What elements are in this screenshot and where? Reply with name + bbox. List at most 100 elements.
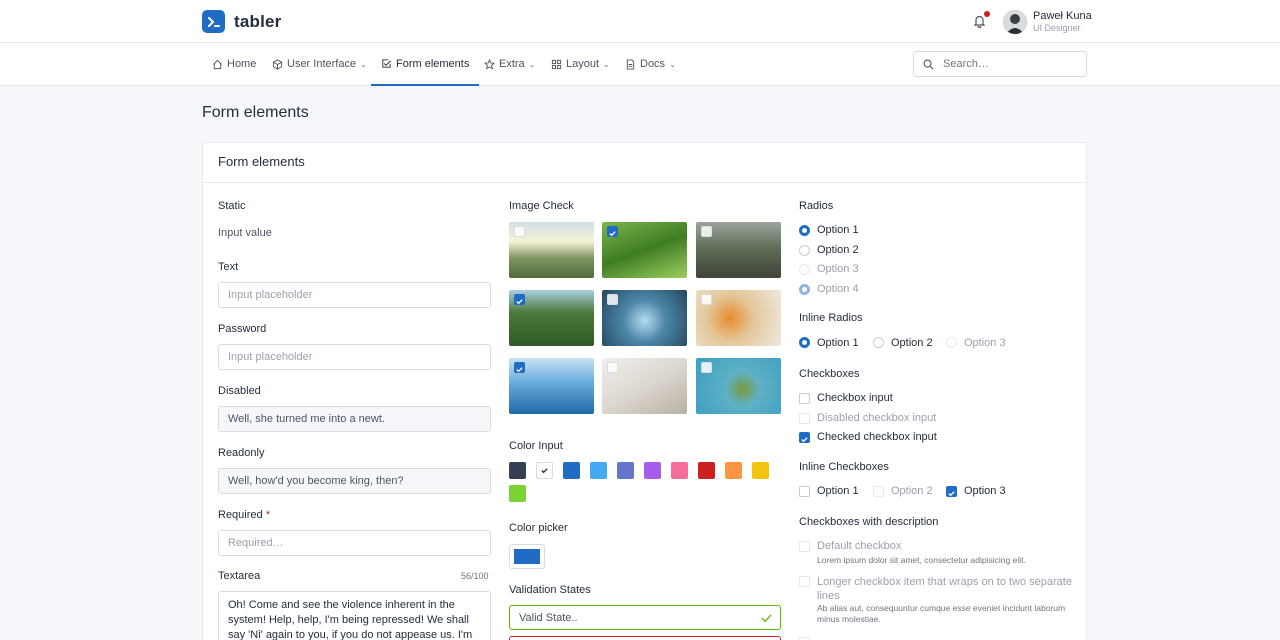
color-swatch[interactable]	[671, 462, 688, 479]
checkbox-checked[interactable]	[799, 432, 810, 443]
image-checkbox[interactable]	[514, 362, 525, 373]
nav-item-extra[interactable]: Extra ⌄	[484, 43, 535, 85]
validation-label: Validation States	[509, 584, 591, 596]
nav-label: Extra	[499, 58, 525, 70]
image-check-item[interactable]	[602, 358, 687, 414]
file-icon	[626, 58, 635, 70]
brand-name: tabler	[234, 11, 282, 31]
image-check-item[interactable]	[602, 290, 687, 346]
inline-radio-label: Option 2	[891, 337, 933, 349]
inline-radio-2[interactable]	[873, 337, 884, 348]
check-icon	[801, 437, 808, 443]
readonly-input[interactable]: Well, how'd you become king, then?	[218, 468, 491, 494]
image-check-item[interactable]	[509, 358, 594, 414]
textarea-input[interactable]: Oh! Come and see the violence inherent i…	[218, 591, 491, 640]
image-check-item[interactable]	[696, 358, 781, 414]
checkbox-input[interactable]	[799, 393, 810, 404]
image-check-item[interactable]	[696, 290, 781, 346]
inline-radio-1[interactable]	[799, 337, 810, 348]
nav-item-layout[interactable]: Layout ⌄	[551, 43, 610, 85]
radio-option-2[interactable]	[799, 245, 810, 256]
radio-label: Option 2	[817, 244, 859, 256]
password-input[interactable]: Input placeholder	[218, 344, 491, 370]
image-check-item[interactable]	[509, 222, 594, 278]
color-swatch[interactable]	[617, 462, 634, 479]
chevron-down-icon: ⌄	[669, 59, 676, 69]
color-swatch[interactable]	[563, 462, 580, 479]
nav-item-form-elements[interactable]: Form elements	[371, 43, 480, 86]
search-input[interactable]	[943, 58, 1073, 70]
nav-label: Home	[227, 58, 257, 70]
user-name[interactable]: Paweł Kuna	[1033, 10, 1092, 22]
image-checkbox[interactable]	[701, 294, 712, 305]
color-swatch[interactable]	[698, 462, 715, 479]
image-checkbox[interactable]	[701, 362, 712, 373]
card-title: Form elements	[203, 143, 1086, 183]
text-input[interactable]: Input placeholder	[218, 282, 491, 308]
color-swatch[interactable]	[725, 462, 742, 479]
desc-checkbox-2[interactable]	[799, 576, 810, 587]
brand-logo[interactable]: tabler	[202, 10, 282, 33]
checkboxes-label: Checkboxes	[799, 368, 860, 380]
inline-checkbox-label: Option 3	[964, 485, 1006, 497]
color-swatch[interactable]	[536, 462, 553, 479]
inline-checkbox-2	[873, 486, 884, 497]
radio-label: Option 4	[817, 283, 859, 295]
nav-label: Form elements	[396, 57, 470, 70]
inline-checkbox-3[interactable]	[946, 486, 957, 497]
color-swatch[interactable]	[509, 485, 526, 502]
image-checkbox[interactable]	[607, 362, 618, 373]
textarea-counter: 56/100	[461, 571, 489, 581]
image-checkbox[interactable]	[607, 226, 618, 237]
required-input[interactable]: Required…	[218, 530, 491, 556]
layout-icon	[551, 59, 562, 69]
main-nav: Home User Interface ⌄ Form elements Extr…	[0, 43, 1280, 86]
readonly-label: Readonly	[218, 447, 265, 459]
image-checkbox[interactable]	[701, 226, 712, 237]
color-picker-swatch	[514, 549, 540, 564]
color-swatch[interactable]	[752, 462, 769, 479]
inline-radio-label: Option 1	[817, 337, 859, 349]
checkbox-label: Checkbox input	[817, 392, 893, 404]
desc-checkbox-text: Ab alias aut, consequuntur cumque esse e…	[817, 603, 1066, 624]
avatar[interactable]	[1003, 10, 1027, 34]
radios-label: Radios	[799, 200, 834, 212]
invalid-input[interactable]	[509, 636, 781, 640]
desc-checkbox-title: Default checkbox	[817, 540, 902, 552]
radio-label: Option 1	[817, 224, 859, 236]
top-header: tabler Paweł Kuna UI Designer	[0, 0, 1280, 43]
nav-item-home[interactable]: Home	[212, 43, 256, 85]
inline-checkboxes-label: Inline Checkboxes	[799, 461, 889, 473]
valid-input-placeholder: Valid State..	[519, 611, 578, 624]
checkbox-disabled	[799, 413, 810, 424]
radio-option-3	[799, 264, 810, 275]
static-value: Input value	[218, 227, 272, 239]
text-label: Text	[218, 261, 239, 273]
desc-checkbox-1[interactable]	[799, 541, 810, 552]
nav-label: Layout	[566, 58, 600, 70]
inline-checkbox-1[interactable]	[799, 486, 810, 497]
nav-item-docs[interactable]: Docs ⌄	[625, 43, 676, 85]
valid-input[interactable]: Valid State..	[509, 605, 781, 630]
image-check-item[interactable]	[602, 222, 687, 278]
nav-item-user-interface[interactable]: User Interface ⌄	[272, 43, 367, 85]
inline-radios-label: Inline Radios	[799, 312, 863, 324]
color-swatch[interactable]	[509, 462, 526, 479]
image-checkbox[interactable]	[514, 226, 525, 237]
color-picker-label: Color picker	[509, 522, 568, 534]
image-checkbox[interactable]	[514, 294, 525, 305]
image-checkbox[interactable]	[607, 294, 618, 305]
radio-label: Option 3	[817, 263, 859, 275]
color-swatch[interactable]	[644, 462, 661, 479]
color-picker[interactable]	[509, 544, 545, 569]
chevron-down-icon: ⌄	[360, 59, 367, 69]
image-check-item[interactable]	[509, 290, 594, 346]
textarea-label: Textarea	[218, 570, 261, 582]
inline-radio-3	[946, 337, 957, 348]
chevron-down-icon: ⌄	[603, 59, 610, 69]
radio-option-1[interactable]	[799, 225, 810, 236]
color-swatch[interactable]	[590, 462, 607, 479]
desc-checkbox-text: Lorem ipsum dolor sit amet, consectetur …	[817, 555, 1026, 565]
image-check-item[interactable]	[696, 222, 781, 278]
required-label-text: Required	[218, 509, 263, 521]
